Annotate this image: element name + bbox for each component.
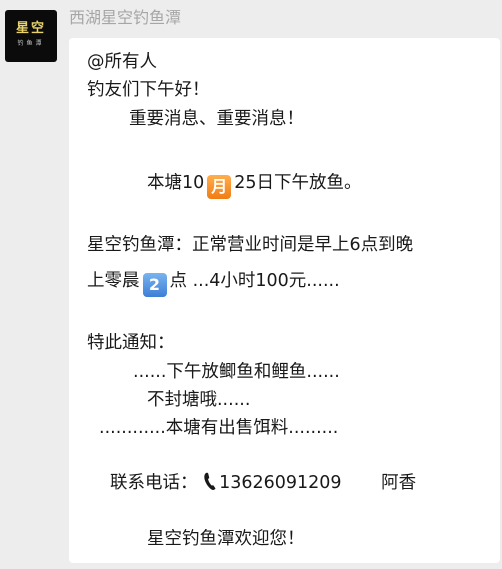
contact-phone-link[interactable]: 13626091209 [219,473,341,493]
avatar-sign-text: 星空 [15,21,46,36]
greeting-text: 钓友们下午好！ [87,80,210,100]
release-text-after: 25日下午放鱼。 [234,173,362,193]
welcome-text: 星空钓鱼潭欢迎您！ [147,529,305,549]
notice-pond-text: 不封塘哦...... [147,390,251,410]
hours-text-line1: 星空钓鱼潭：正常营业时间是早上6点到晚 [87,235,414,255]
hours-text-before: 上零晨 [87,271,140,291]
hours-text-after: 点 ...4小时100元...... [169,271,340,291]
message-bubble[interactable]: @所有人 钓友们下午好！ 重要消息、重要消息！ 本塘10 月 25日下午放鱼。 星空… [69,38,500,563]
phone-icon [204,472,216,491]
release-line: 本塘10 月 25日下午放鱼。 [147,171,362,199]
important-text: 重要消息、重要消息！ [129,109,304,129]
hours-line2: 上零晨 2 点 ...4小时100元...... [87,269,340,297]
number-two-emoji-icon: 2 [142,273,167,297]
month-emoji-icon: 月 [207,175,232,199]
notice-bait-text: ............本塘有出售饵料......... [99,418,339,438]
notice-fish-text: ......下午放鲫鱼和鲤鱼...... [133,362,340,382]
sender-name: 西湖星空钓鱼潭 [69,8,182,27]
notice-title: 特此通知： [87,333,175,353]
avatar[interactable]: 星空 钓鱼潭 [5,10,57,62]
contact-line: 联系电话： 13626091209 阿香 [110,471,416,495]
avatar-sign-subtext: 钓鱼潭 [17,40,45,47]
release-text-before: 本塘10 [147,173,205,193]
mention-text[interactable]: @所有人 [87,50,157,74]
contact-name: 阿香 [381,473,417,493]
contact-label: 联系电话： [110,473,198,493]
